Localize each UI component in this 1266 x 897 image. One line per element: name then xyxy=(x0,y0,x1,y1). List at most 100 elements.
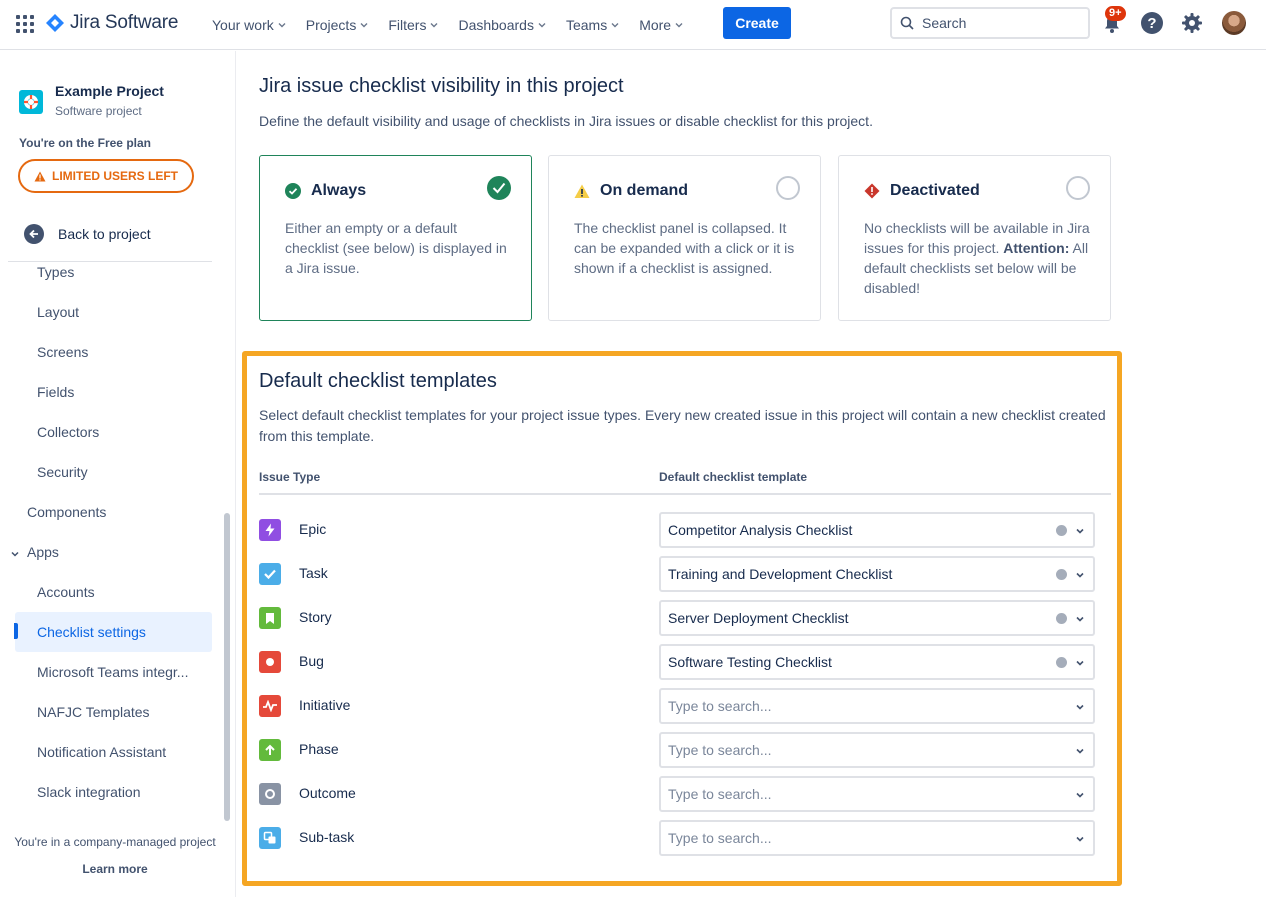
template-select[interactable]: Server Deployment Checklist xyxy=(659,600,1095,636)
nav-more[interactable]: More xyxy=(629,9,693,41)
chevron-down-icon[interactable] xyxy=(10,549,20,559)
error-diamond-icon xyxy=(864,183,880,199)
sidebar-item-collectors[interactable]: Collectors xyxy=(37,412,99,452)
help-icon[interactable]: ? xyxy=(1141,12,1163,34)
template-select[interactable]: Type to search... xyxy=(659,688,1095,724)
initiative-icon xyxy=(259,695,281,717)
sidebar-item-components[interactable]: Components xyxy=(27,492,106,532)
template-select-placeholder: Type to search... xyxy=(668,742,772,758)
sidebar-item-microsoft-teams[interactable]: Microsoft Teams integr... xyxy=(37,652,188,692)
project-sidebar: Example Project Software project You're … xyxy=(0,51,236,897)
search-input[interactable]: Search xyxy=(890,7,1090,39)
template-select-placeholder: Type to search... xyxy=(668,786,772,802)
visibility-description: Define the default visibility and usage … xyxy=(259,113,873,129)
templates-title: Default checklist templates xyxy=(259,370,497,392)
create-button[interactable]: Create xyxy=(723,7,791,39)
chevron-down-icon[interactable] xyxy=(1075,570,1085,580)
chevron-down-icon[interactable] xyxy=(1075,526,1085,536)
chevron-down-icon xyxy=(360,23,368,28)
chevron-down-icon[interactable] xyxy=(1075,614,1085,624)
option-title: Deactivated xyxy=(864,182,980,200)
story-icon xyxy=(259,607,281,629)
nav-your-work[interactable]: Your work xyxy=(202,9,296,41)
chevron-down-icon xyxy=(430,23,438,28)
chevron-down-icon xyxy=(278,23,286,28)
chevron-down-icon[interactable] xyxy=(1075,702,1085,712)
radio-unchecked[interactable] xyxy=(776,176,800,200)
task-icon xyxy=(259,563,281,585)
project-avatar-icon xyxy=(19,90,43,114)
user-avatar[interactable] xyxy=(1222,11,1246,35)
sidebar-item-screens[interactable]: Screens xyxy=(37,332,88,372)
sidebar-item-security[interactable]: Security xyxy=(37,452,88,492)
sidebar-item-types[interactable]: Types xyxy=(37,252,74,292)
clear-icon[interactable] xyxy=(1056,657,1067,668)
option-title-label: On demand xyxy=(600,182,689,199)
chevron-down-icon[interactable] xyxy=(1075,834,1085,844)
template-select[interactable]: Software Testing Checklist xyxy=(659,644,1095,680)
attention-label: Attention: xyxy=(1003,240,1070,256)
chevron-down-icon[interactable] xyxy=(1075,790,1085,800)
clear-icon[interactable] xyxy=(1056,525,1067,536)
warning-icon xyxy=(34,171,46,181)
bug-icon xyxy=(259,651,281,673)
visibility-option-on-demand[interactable]: On demand The checklist panel is collaps… xyxy=(548,155,821,321)
option-title-label: Always xyxy=(311,182,367,199)
issue-type-label: Sub-task xyxy=(299,829,355,845)
visibility-option-deactivated[interactable]: Deactivated No checklists will be availa… xyxy=(838,155,1111,321)
clear-icon[interactable] xyxy=(1056,613,1067,624)
nav-filters[interactable]: Filters xyxy=(378,9,448,41)
table-row: Bug Software Testing Checklist xyxy=(259,644,1095,680)
checkmark-icon xyxy=(492,182,506,194)
sidebar-scrollbar[interactable] xyxy=(224,513,230,821)
jira-logo[interactable]: Jira Software xyxy=(46,12,178,34)
back-to-project-link[interactable]: Back to project xyxy=(24,224,151,244)
sidebar-item-accounts[interactable]: Accounts xyxy=(37,572,95,612)
back-label: Back to project xyxy=(58,226,151,242)
template-select[interactable]: Competitor Analysis Checklist xyxy=(659,512,1095,548)
app-switcher-icon[interactable] xyxy=(16,15,34,33)
template-select-placeholder: Type to search... xyxy=(668,698,772,714)
nav-menu: Your work Projects Filters Dashboards Te… xyxy=(202,0,693,50)
limited-users-button[interactable]: LIMITED USERS LEFT xyxy=(18,159,194,193)
search-icon xyxy=(900,16,914,30)
sidebar-item-notification-assistant[interactable]: Notification Assistant xyxy=(37,732,166,772)
chevron-down-icon xyxy=(675,23,683,28)
template-select[interactable]: Type to search... xyxy=(659,732,1095,768)
chevron-down-icon[interactable] xyxy=(1075,746,1085,756)
nav-dashboards[interactable]: Dashboards xyxy=(448,9,556,41)
radio-checked[interactable] xyxy=(487,176,511,200)
sidebar-item-apps[interactable]: Apps xyxy=(27,532,59,572)
clear-icon[interactable] xyxy=(1056,569,1067,580)
company-managed-note: You're in a company-managed project xyxy=(14,835,216,849)
nav-label: More xyxy=(639,17,672,33)
visibility-title: Jira issue checklist visibility in this … xyxy=(259,75,624,97)
issue-type-label: Task xyxy=(299,565,328,581)
sidebar-item-nafjc-templates[interactable]: NAFJC Templates xyxy=(37,692,150,732)
template-select-value: Competitor Analysis Checklist xyxy=(668,522,853,538)
template-select[interactable]: Training and Development Checklist xyxy=(659,556,1095,592)
table-row: Story Server Deployment Checklist xyxy=(259,600,1095,636)
template-select[interactable]: Type to search... xyxy=(659,820,1095,856)
option-description: No checklists will be available in Jira … xyxy=(864,218,1092,298)
sidebar-item-slack-integration[interactable]: Slack integration xyxy=(37,772,141,812)
column-header-issue-type: Issue Type xyxy=(259,470,321,484)
column-header-template: Default checklist template xyxy=(659,470,808,484)
limited-users-label: LIMITED USERS LEFT xyxy=(52,169,178,183)
nav-teams[interactable]: Teams xyxy=(556,9,629,41)
sidebar-item-layout[interactable]: Layout xyxy=(37,292,79,332)
table-row: Epic Competitor Analysis Checklist xyxy=(259,512,1095,548)
settings-gear-icon[interactable] xyxy=(1181,12,1203,34)
radio-unchecked[interactable] xyxy=(1066,176,1090,200)
learn-more-link[interactable]: Learn more xyxy=(0,862,230,876)
nav-label: Filters xyxy=(388,17,427,33)
table-row: Initiative Type to search... xyxy=(259,688,1095,724)
nav-projects[interactable]: Projects xyxy=(296,9,379,41)
chevron-down-icon[interactable] xyxy=(1075,658,1085,668)
active-indicator xyxy=(14,623,18,639)
sidebar-item-checklist-settings[interactable]: Checklist settings xyxy=(15,612,212,652)
search-placeholder: Search xyxy=(922,15,967,31)
template-select[interactable]: Type to search... xyxy=(659,776,1095,812)
sidebar-item-fields[interactable]: Fields xyxy=(37,372,74,412)
visibility-option-always[interactable]: Always Either an empty or a default chec… xyxy=(259,155,532,321)
